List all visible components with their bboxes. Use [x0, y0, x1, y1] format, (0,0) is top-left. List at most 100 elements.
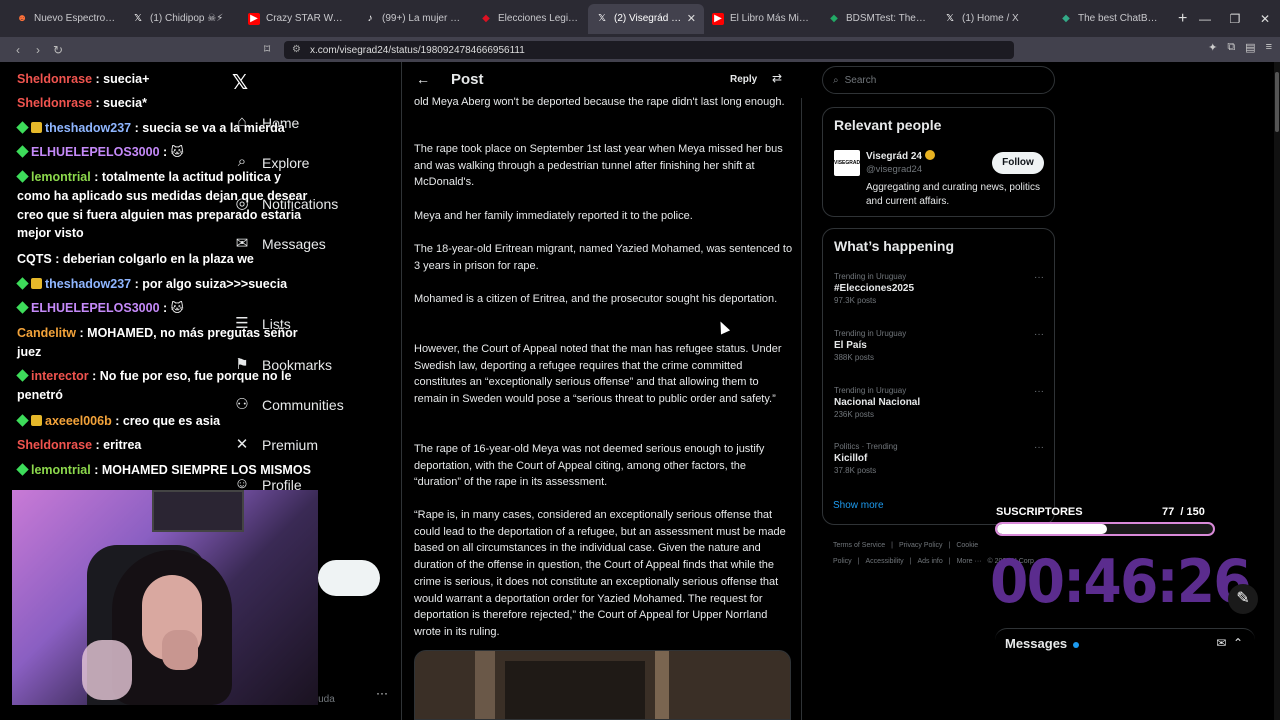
messages-drawer[interactable]: Messages ✉ ⌃ [995, 628, 1255, 658]
post-paragraph: Meya and her family immediately reported… [414, 210, 693, 222]
trend-more-icon[interactable]: ··· [1034, 386, 1044, 397]
trend-more-icon[interactable]: ··· [1034, 272, 1044, 283]
scrollbar-thumb[interactable] [1275, 72, 1279, 132]
trend-posts: 236K posts [834, 410, 875, 419]
browser-tab[interactable]: ◆ The best ChatBot and [1052, 4, 1168, 34]
browser-tab[interactable]: ◆ BDSMTest: The Origina [820, 4, 936, 34]
close-window-icon[interactable]: ✕ [1250, 12, 1280, 26]
card-title: Relevant people [834, 117, 942, 133]
footer-link[interactable]: More ··· [957, 558, 982, 565]
browser-tab[interactable]: ▶ El Libro Más Misterios [704, 4, 820, 34]
chat-message: Sheldonrase : eritrea [17, 436, 312, 455]
chat-username[interactable]: interector [31, 369, 89, 383]
post-column: ← Post Reply ⇄ old Meya Aberg won't be d… [401, 62, 802, 720]
trend-name: Kicillof [834, 453, 868, 464]
media-shape [475, 651, 495, 719]
chat-username[interactable]: Sheldonrase [17, 96, 92, 110]
chat-username[interactable]: axeeel006b [45, 414, 112, 428]
background-shelf [152, 490, 244, 532]
chat-diamond-badge-icon [16, 369, 29, 382]
browser-tab[interactable]: 𝕏 (2) Visegrád 24 on ✕ [588, 3, 704, 34]
search-input[interactable]: ⌕ Search [822, 66, 1055, 94]
chat-text: : deberian colgarlo en la plaza we [55, 252, 254, 266]
page-content: 𝕏 ⌂ Home ⌕ Explore ◎ Notifications ✉ Message… [0, 62, 1280, 720]
subscribers-label: SUSCRIPTORES [996, 506, 1083, 518]
card-title: What’s happening [834, 238, 955, 254]
tab-title: Nuevo Espectro politic [34, 13, 116, 24]
post-paragraph: The rape took place on September 1st las… [414, 143, 783, 189]
ghost-icon: ☻ [16, 12, 28, 24]
trend-item[interactable]: Trending in Uruguay #Elecciones2025 97.3K … [834, 272, 1044, 305]
restore-icon[interactable]: ❐ [1220, 12, 1250, 26]
person-name[interactable]: Visegrád 24 [866, 150, 935, 162]
filter-icon[interactable]: ⇄ [772, 71, 782, 85]
footer-separator: | [948, 542, 951, 549]
footer-separator: | [857, 558, 860, 565]
chat-username[interactable]: ELHUELEPELOS3000 [31, 301, 160, 315]
footer-link[interactable]: Ads info [917, 558, 942, 565]
subscribers-count: 77 / 150 [1162, 506, 1205, 518]
footer-separator: | [909, 558, 912, 565]
chat-username[interactable]: lemontrial [31, 170, 91, 184]
puzzle-icon[interactable]: ⧉ [1227, 41, 1235, 54]
footer-link[interactable]: Privacy Policy [899, 542, 943, 549]
close-tab-icon[interactable]: ✕ [687, 12, 696, 25]
x-logo-icon: 𝕏 [133, 12, 143, 24]
chat-diamond-badge-icon [16, 277, 29, 290]
browser-tab[interactable]: 𝕏 (1) Chidipop ☠⚡ [124, 4, 240, 34]
reload-icon[interactable]: ↻ [48, 43, 68, 57]
forward-icon[interactable]: › [28, 43, 48, 57]
chat-diamond-badge-icon [16, 463, 29, 476]
url-text: x.com/visegrad24/status/1980924784666956… [310, 44, 525, 56]
browser-tab[interactable]: ♪ (99+) La mujer enfu [356, 4, 472, 34]
chat-username[interactable]: theshadow237 [45, 121, 131, 135]
url-field[interactable]: ⚙ x.com/visegrad24/status/19809247846669… [284, 41, 1014, 59]
browser-tab[interactable]: 𝕏 (1) Home / X [936, 4, 1052, 34]
chat-username[interactable]: ELHUELEPELOS3000 [31, 145, 160, 159]
browser-tab[interactable]: ▶ Crazy STAR WARS figh [240, 4, 356, 34]
post-header: ← Post Reply ⇄ [402, 62, 802, 98]
back-icon[interactable]: ‹ [8, 43, 28, 57]
menu-icon[interactable]: ≡ [1266, 41, 1272, 54]
new-tab-button[interactable]: + [1178, 10, 1187, 28]
search-placeholder: Search [844, 74, 877, 86]
chat-username[interactable]: Sheldonrase [17, 438, 92, 452]
chat-username[interactable]: Candelitw [17, 326, 76, 340]
extension-icon[interactable]: ✦ [1208, 41, 1217, 54]
verified-badge-icon [924, 150, 935, 160]
post-media-image[interactable] [414, 650, 791, 720]
new-message-icon[interactable]: ✉ [1216, 636, 1226, 650]
footer-link[interactable]: Terms of Service [833, 542, 885, 549]
chat-username[interactable]: Sheldonrase [17, 72, 92, 86]
chat-message: Sheldonrase : suecia* [17, 94, 312, 113]
follow-button[interactable]: Follow [992, 152, 1044, 174]
chat-username[interactable]: CQTS [17, 252, 52, 266]
browser-tab[interactable]: ◆ Elecciones Legislativa [472, 4, 588, 34]
more-icon[interactable]: ··· [376, 686, 388, 700]
compose-icon[interactable]: ✎ [1228, 584, 1258, 614]
chat-username[interactable]: lemontrial [31, 463, 91, 477]
site-settings-icon[interactable]: ⚙ [292, 44, 301, 55]
browser-tab[interactable]: ☻ Nuevo Espectro politic [8, 4, 124, 34]
show-more-link[interactable]: Show more [833, 500, 884, 511]
chat-username[interactable]: theshadow237 [45, 277, 131, 291]
x-logo-icon: 𝕏 [597, 12, 607, 24]
minimize-icon[interactable]: — [1190, 12, 1220, 26]
footer-separator: | [948, 558, 951, 565]
avatar[interactable]: VISEGRAD24 [834, 150, 866, 176]
post-paragraph: old Meya Aberg won't be deported because… [414, 96, 785, 108]
trend-more-icon[interactable]: ··· [1034, 329, 1044, 340]
trend-item[interactable]: Trending in Uruguay Nacional Nacional 236K… [834, 386, 1044, 419]
trend-item[interactable]: Politics · Trending Kicillof 37.8K posts ··… [834, 442, 1044, 475]
post-compose-button[interactable] [318, 560, 380, 596]
sidebar-icon[interactable]: ▤ [1245, 41, 1255, 54]
back-arrow-icon[interactable]: ← [416, 71, 430, 87]
address-bar-row: ‹ › ↻ ⌑ ⚙ x.com/visegrad24/status/198092… [0, 37, 1280, 62]
expand-icon[interactable]: ⌃ [1233, 636, 1243, 650]
trend-item[interactable]: Trending in Uruguay El País 388K posts ··· [834, 329, 1044, 362]
reply-button[interactable]: Reply [720, 69, 768, 91]
trend-more-icon[interactable]: ··· [1034, 442, 1044, 453]
bookmark-icon[interactable]: ⌑ [264, 42, 270, 56]
page-scrollbar[interactable] [1274, 62, 1280, 720]
footer-link[interactable]: Accessibility [866, 558, 904, 565]
